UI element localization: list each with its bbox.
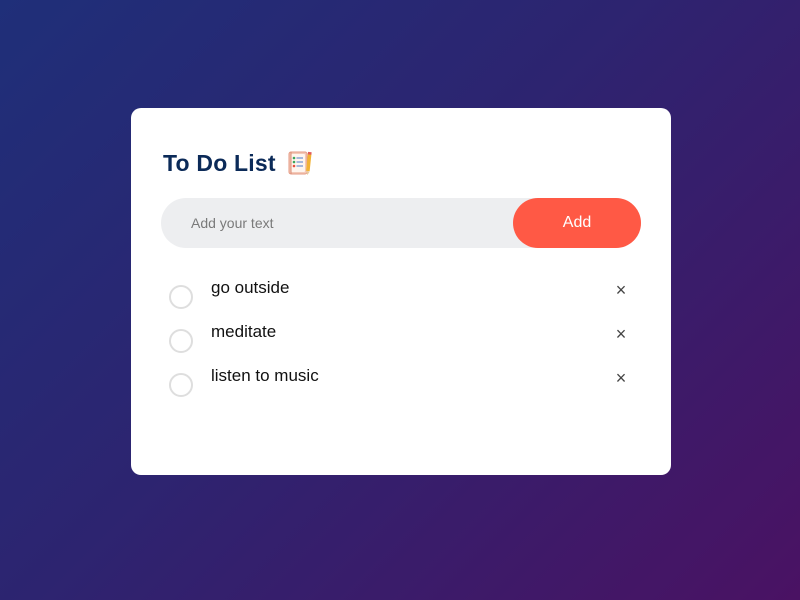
task-checkbox[interactable]: [169, 329, 193, 353]
close-icon[interactable]: ×: [611, 368, 631, 388]
task-text[interactable]: listen to music: [211, 366, 319, 386]
list-item[interactable]: meditate ×: [163, 318, 641, 362]
notepad-checklist-icon: [286, 149, 314, 177]
task-input[interactable]: [161, 198, 513, 248]
add-task-row: Add: [161, 198, 641, 248]
close-icon[interactable]: ×: [611, 280, 631, 300]
task-list: go outside × meditate × listen to music …: [163, 274, 641, 406]
task-checkbox[interactable]: [169, 373, 193, 397]
task-text[interactable]: meditate: [211, 322, 276, 342]
todo-card: To Do List Add go outside: [131, 108, 671, 475]
title-row: To Do List: [163, 148, 641, 178]
list-item[interactable]: listen to music ×: [163, 362, 641, 406]
page-title: To Do List: [163, 149, 276, 176]
task-text[interactable]: go outside: [211, 278, 289, 298]
add-button[interactable]: Add: [513, 198, 641, 248]
list-item[interactable]: go outside ×: [163, 274, 641, 318]
task-checkbox[interactable]: [169, 285, 193, 309]
close-icon[interactable]: ×: [611, 324, 631, 344]
